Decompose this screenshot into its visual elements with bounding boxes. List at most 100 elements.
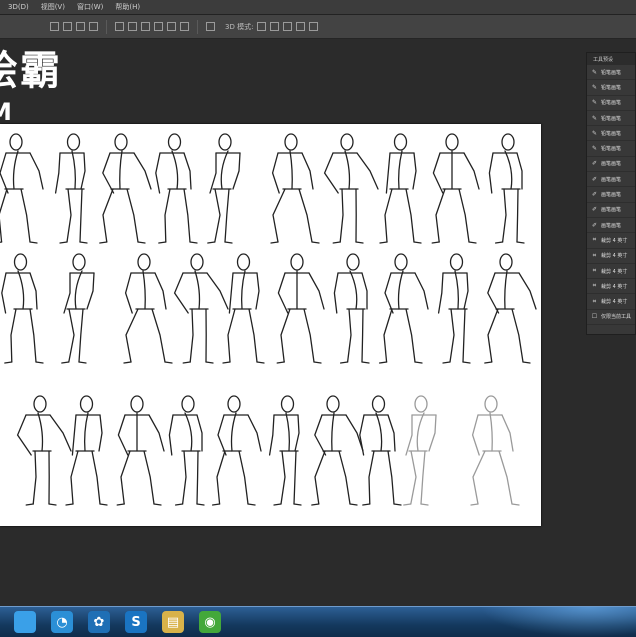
preset-row[interactable]: ✎铅笔画笔 (587, 111, 635, 126)
figure-sketch (124, 254, 172, 363)
sketch-stroke (350, 504, 357, 505)
sketch-stroke (488, 273, 499, 313)
folder-icon[interactable]: ▤ (162, 611, 184, 633)
3d-slide-icon[interactable] (296, 22, 305, 31)
sketch-stroke (517, 242, 524, 243)
3d-drag-icon[interactable] (283, 22, 292, 31)
panel-tab-tool-presets[interactable]: 工具预设 (587, 53, 635, 65)
sketch-stroke (295, 415, 299, 451)
sketch-stroke (362, 273, 367, 309)
preset-row[interactable]: ✎铅笔画笔 (587, 65, 635, 80)
sketch-stroke (290, 151, 292, 189)
sketch-stroke (519, 273, 536, 309)
3d-mode-label: 3D 模式: (225, 22, 253, 32)
distribute-left-icon[interactable] (154, 22, 163, 31)
distribute-bottom-icon[interactable] (141, 22, 150, 31)
sketch-stroke (523, 362, 530, 363)
sketch-head (238, 254, 250, 270)
3d-roll-icon[interactable] (270, 22, 279, 31)
3d-scale-icon[interactable] (309, 22, 318, 31)
sketch-stroke (242, 271, 245, 309)
preset-row[interactable]: ⌗裁剪 4 英寸 (587, 294, 635, 309)
sketch-stroke (190, 242, 197, 243)
sketch-stroke (26, 504, 33, 505)
crop-icon: ⌗ (591, 282, 598, 290)
menu-view[interactable]: 视图(V) (41, 2, 65, 12)
menu-window[interactable]: 窗口(W) (77, 2, 103, 12)
preset-row[interactable]: ⌗裁剪 4 英寸 (587, 249, 635, 264)
sketch-stroke (433, 153, 442, 193)
preset-row[interactable]: ✎铅笔画笔 (587, 96, 635, 111)
document-canvas[interactable] (0, 124, 541, 526)
figure-sketch (223, 254, 264, 363)
preset-row[interactable]: ⌗裁剪 4 英寸 (587, 233, 635, 248)
pencil-icon: ✎ (591, 69, 598, 76)
sketch-stroke (149, 415, 164, 451)
sketch-stroke (2, 273, 6, 313)
sketch-head (81, 396, 93, 412)
sketch-stroke (99, 415, 102, 451)
preset-row[interactable]: ✐画笔画笔 (587, 203, 635, 218)
preset-row[interactable]: ✐画笔画笔 (587, 187, 635, 202)
preset-row[interactable]: ✎铅笔画笔 (587, 141, 635, 156)
menu-3d[interactable]: 3D(D) (8, 3, 29, 11)
sketch-stroke (197, 504, 204, 505)
sketch-stroke (215, 189, 220, 242)
figure-sketch (489, 134, 524, 243)
sketch-stroke (384, 309, 392, 362)
sketch-stroke (473, 415, 480, 455)
align-left-icon[interactable] (89, 22, 98, 31)
menu-help[interactable]: 帮助(H) (115, 2, 140, 12)
figure-sketch (18, 396, 71, 505)
preset-row[interactable]: ✎铅笔画笔 (587, 126, 635, 141)
align-middle-icon[interactable] (63, 22, 72, 31)
preset-label: 画笔画笔 (601, 160, 621, 167)
preset-row[interactable]: ✐画笔画笔 (587, 172, 635, 187)
figure-sketch (334, 254, 369, 363)
sketch-stroke (443, 362, 450, 363)
sketch-stroke (18, 415, 32, 455)
distribute-right-icon[interactable] (180, 22, 189, 31)
browser-icon[interactable]: ◔ (51, 611, 73, 633)
sketch-head (500, 254, 512, 270)
app-cluster-icon[interactable]: ✿ (88, 611, 110, 633)
sketch-head (446, 134, 458, 150)
distribute-middle-icon[interactable] (128, 22, 137, 31)
sketch-stroke (464, 273, 468, 309)
start-button[interactable] (14, 611, 36, 633)
sketch-stroke (66, 504, 73, 505)
toolbar-divider (197, 20, 198, 34)
sketch-stroke (228, 309, 235, 362)
sketch-stroke (512, 309, 523, 362)
sketch-stroke (309, 273, 324, 309)
preset-row[interactable]: ⌗裁剪 4 英寸 (587, 264, 635, 279)
align-bottom-icon[interactable] (76, 22, 85, 31)
sketch-stroke (50, 415, 71, 451)
preset-row[interactable]: ✎铅笔画笔 (587, 80, 635, 95)
preset-label: 铅笔画笔 (601, 99, 621, 106)
sketch-stroke (62, 362, 69, 363)
sketch-stroke (413, 153, 416, 189)
sketch-stroke (406, 189, 414, 242)
sogou-icon[interactable]: S (125, 611, 147, 633)
3d-rotate-icon[interactable] (257, 22, 266, 31)
figure-sketch (432, 134, 479, 243)
current-tool-only-checkbox[interactable]: ☐仅限当前工具 (587, 310, 635, 325)
sketch-stroke (363, 504, 370, 505)
align-top-icon[interactable] (50, 22, 59, 31)
preset-row[interactable]: ⌗裁剪 4 英寸 (587, 279, 635, 294)
preset-label: 裁剪 4 英寸 (601, 252, 627, 259)
preset-label: 铅笔画笔 (601, 145, 621, 152)
auto-align-icon[interactable] (206, 22, 215, 31)
sketch-stroke (207, 273, 228, 309)
distribute-center-icon[interactable] (167, 22, 176, 31)
figure-sketch (380, 254, 428, 363)
sketch-stroke (38, 413, 43, 451)
preset-row[interactable]: ✐画笔画笔 (587, 218, 635, 233)
preset-row[interactable]: ✐画笔画笔 (587, 157, 635, 172)
sketch-stroke (71, 451, 78, 504)
wechat-icon[interactable]: ◉ (199, 611, 221, 633)
sketch-stroke (256, 273, 259, 309)
brush-icon: ✐ (591, 191, 598, 198)
distribute-top-icon[interactable] (115, 22, 124, 31)
